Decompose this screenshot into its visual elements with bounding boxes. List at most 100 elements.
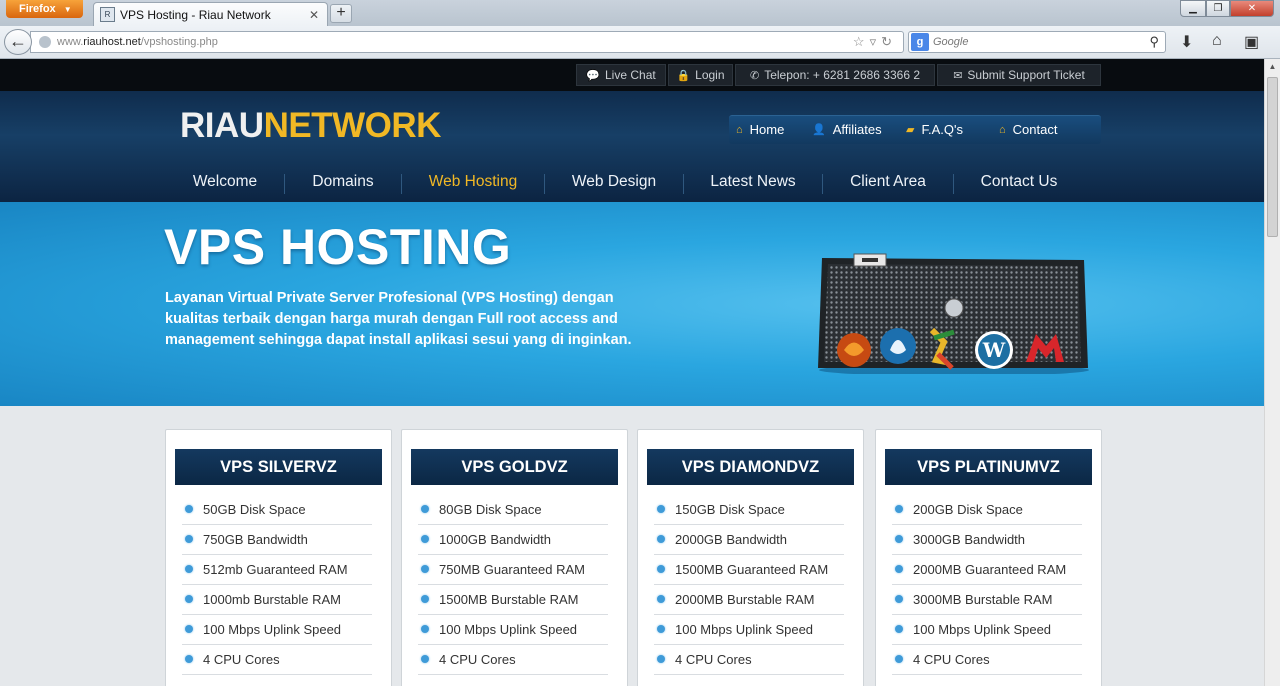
reload-icon[interactable]: ↻ bbox=[881, 34, 897, 49]
firefox-menu-button[interactable]: Firefox ▼ bbox=[6, 0, 83, 18]
new-tab-button[interactable]: + bbox=[330, 4, 352, 23]
favicon-icon: R bbox=[100, 7, 115, 22]
bookmarks-menu-icon[interactable]: ▣ bbox=[1244, 32, 1259, 52]
feature-label: 4 CPU Cores bbox=[439, 651, 516, 667]
web-page: 💬 Live Chat 🔒 Login ✆ Telepon: + 6281 2686 … bbox=[0, 59, 1264, 686]
feature-label: 4 CPU Cores bbox=[675, 651, 752, 667]
feature-label: 2000GB Bandwidth bbox=[675, 531, 788, 547]
nav-domains[interactable]: Domains bbox=[312, 173, 373, 191]
feature-label: 1000GB Bandwidth bbox=[439, 531, 552, 547]
history-dropdown-icon[interactable]: ▿ bbox=[870, 34, 882, 49]
bullet-icon bbox=[421, 565, 429, 573]
plan-feature: 1500MB Burstable RAM bbox=[418, 584, 608, 615]
plan-title: VPS PLATINUMVZ bbox=[885, 449, 1092, 485]
scroll-thumb[interactable] bbox=[1267, 77, 1278, 237]
bullet-icon bbox=[185, 565, 193, 573]
login-button[interactable]: 🔒 Login bbox=[668, 64, 733, 86]
feature-label: 50GB Disk Space bbox=[203, 501, 306, 517]
nav-divider bbox=[284, 174, 285, 194]
phone-icon: ✆ bbox=[749, 69, 760, 82]
subnav-contact-label: Contact bbox=[1012, 122, 1058, 137]
feature-label: 200GB Disk Space bbox=[913, 501, 1023, 517]
plan-feature: 100 Mbps Uplink Speed bbox=[654, 614, 844, 645]
logo-network: NETWORK bbox=[263, 106, 442, 145]
feature-label: 4 CPU Cores bbox=[913, 651, 990, 667]
nav-web-hosting[interactable]: Web Hosting bbox=[429, 173, 517, 191]
lock-icon: 🔒 bbox=[676, 69, 691, 82]
plan-feature: 2000MB Guaranteed RAM bbox=[892, 554, 1082, 585]
live-chat-button[interactable]: 💬 Live Chat bbox=[576, 64, 666, 86]
chat-icon: ▰ bbox=[906, 124, 915, 136]
plan-feature: 3000GB Bandwidth bbox=[892, 524, 1082, 555]
subnav-faq-label: F.A.Q's bbox=[921, 122, 963, 137]
feature-label: 100 Mbps Uplink Speed bbox=[203, 621, 342, 637]
feature-label: 2000MB Burstable RAM bbox=[675, 591, 815, 607]
plan-feature: 4 CPU Cores bbox=[654, 644, 844, 675]
subnav-home-label: Home bbox=[749, 122, 785, 137]
search-placeholder: Google bbox=[933, 36, 969, 48]
url-bar[interactable]: www. riauhost.net/vpshosting.php ☆▿↻ bbox=[30, 31, 904, 53]
url-bar-icons: ☆▿↻ bbox=[853, 34, 897, 50]
nav-divider bbox=[544, 174, 545, 194]
page-scrollbar[interactable]: ▲ bbox=[1264, 59, 1280, 686]
bullet-icon bbox=[421, 655, 429, 663]
scroll-up-arrow-icon[interactable]: ▲ bbox=[1265, 59, 1280, 75]
nav-divider bbox=[401, 174, 402, 194]
bullet-icon bbox=[185, 535, 193, 543]
downloads-icon[interactable]: ⬇ bbox=[1180, 32, 1193, 52]
bullet-icon bbox=[185, 655, 193, 663]
subnav-affiliates[interactable]: 👤 Affiliates bbox=[812, 122, 882, 137]
home-icon[interactable]: ⌂ bbox=[1212, 32, 1222, 50]
subnav-faq[interactable]: ▰ F.A.Q's bbox=[906, 122, 963, 137]
back-button[interactable]: ← bbox=[4, 29, 32, 55]
plan-feature: 1000GB Bandwidth bbox=[418, 524, 608, 555]
bullet-icon bbox=[895, 595, 903, 603]
site-logo[interactable]: RIAUNETWORK bbox=[180, 106, 441, 146]
secondary-nav: ⌂ Home 👤 Affiliates ▰ F.A.Q's ⌂ Contact bbox=[729, 115, 1101, 144]
search-icon[interactable]: ⚲ bbox=[1149, 34, 1159, 50]
site-header: RIAUNETWORK ⌂ Home 👤 Affiliates ▰ F.A.Q's ⌂… bbox=[0, 91, 1264, 202]
plan-card-diamondvz: VPS DIAMONDVZ 150GB Disk Space 2000GB Ba… bbox=[637, 429, 864, 686]
bullet-icon bbox=[185, 625, 193, 633]
tab-vps-hosting[interactable]: R VPS Hosting - Riau Network ✕ bbox=[93, 2, 328, 26]
feature-label: 750GB Bandwidth bbox=[203, 531, 308, 547]
bullet-icon bbox=[895, 655, 903, 663]
maximize-button[interactable]: ❐ bbox=[1206, 0, 1230, 17]
home-icon: ⌂ bbox=[999, 123, 1006, 136]
nav-welcome[interactable]: Welcome bbox=[193, 173, 257, 191]
plan-card-platinumvz: VPS PLATINUMVZ 200GB Disk Space 3000GB B… bbox=[875, 429, 1102, 686]
close-tab-icon[interactable]: ✕ bbox=[309, 8, 319, 22]
feature-label: 1000mb Burstable RAM bbox=[203, 591, 342, 607]
search-bar[interactable]: g Google ⚲ bbox=[908, 31, 1166, 53]
chevron-down-icon: ▼ bbox=[63, 4, 72, 14]
pricing-section: VPS SILVERVZ 50GB Disk Space 750GB Bandw… bbox=[0, 406, 1264, 686]
bullet-icon bbox=[657, 565, 665, 573]
feature-label: 2000MB Guaranteed RAM bbox=[913, 561, 1067, 577]
user-icon: 👤 bbox=[812, 124, 826, 136]
minimize-button[interactable]: ▁ bbox=[1180, 0, 1206, 17]
bullet-icon bbox=[185, 505, 193, 513]
svg-text:W: W bbox=[982, 338, 1006, 362]
subnav-contact[interactable]: ⌂ Contact bbox=[999, 122, 1057, 137]
banner-title: VPS HOSTING bbox=[164, 219, 512, 275]
subnav-home[interactable]: ⌂ Home bbox=[736, 122, 784, 137]
nav-client-area[interactable]: Client Area bbox=[850, 173, 926, 191]
bookmark-star-icon[interactable]: ☆ bbox=[853, 34, 870, 49]
main-nav: Welcome Domains Web Hosting Web Design L… bbox=[0, 169, 1264, 202]
plan-feature: 80GB Disk Space bbox=[418, 494, 608, 525]
plan-card-silvervz: VPS SILVERVZ 50GB Disk Space 750GB Bandw… bbox=[165, 429, 392, 686]
nav-contact-us[interactable]: Contact Us bbox=[981, 173, 1058, 191]
ticket-icon: ✉ bbox=[953, 69, 963, 82]
plan-feature: 4 CPU Cores bbox=[892, 644, 1082, 675]
nav-web-design[interactable]: Web Design bbox=[572, 173, 656, 191]
search-engine-icon[interactable]: g bbox=[911, 33, 929, 51]
support-ticket-button[interactable]: ✉ Submit Support Ticket bbox=[937, 64, 1101, 86]
bullet-icon bbox=[421, 595, 429, 603]
close-window-button[interactable]: ✕ bbox=[1230, 0, 1274, 17]
bullet-icon bbox=[657, 655, 665, 663]
hero-banner: VPS HOSTING Layanan Virtual Private Serv… bbox=[0, 202, 1264, 406]
feature-label: 512mb Guaranteed RAM bbox=[203, 561, 348, 577]
nav-latest-news[interactable]: Latest News bbox=[710, 173, 795, 191]
home-icon: ⌂ bbox=[736, 123, 743, 136]
plan-feature: 2000MB Burstable RAM bbox=[654, 584, 844, 615]
